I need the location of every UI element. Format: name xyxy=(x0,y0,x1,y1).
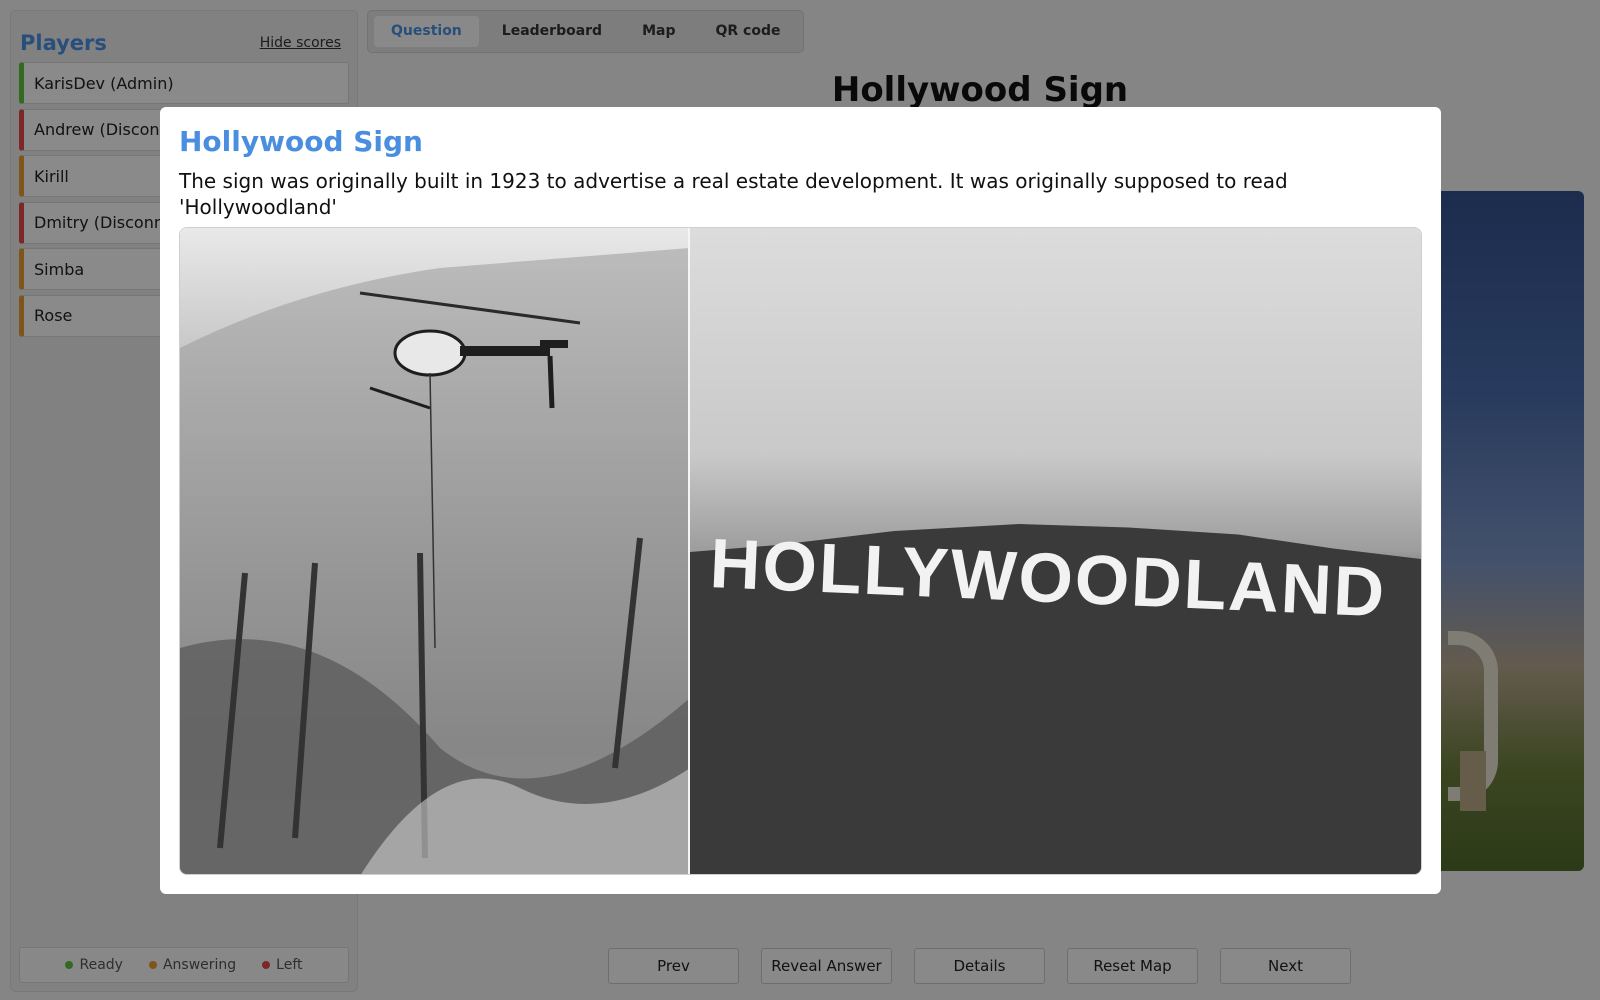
helicopter-photo xyxy=(180,228,690,874)
details-modal: Hollywood Sign The sign was originally b… xyxy=(160,107,1441,894)
modal-description: The sign was originally built in 1923 to… xyxy=(179,169,1288,219)
modal-photo: HOLLYWOODLAND xyxy=(179,227,1422,875)
modal-title: Hollywood Sign xyxy=(179,125,423,158)
hollywoodland-photo: HOLLYWOODLAND xyxy=(690,228,1421,874)
helicopter-illustration xyxy=(180,248,688,874)
